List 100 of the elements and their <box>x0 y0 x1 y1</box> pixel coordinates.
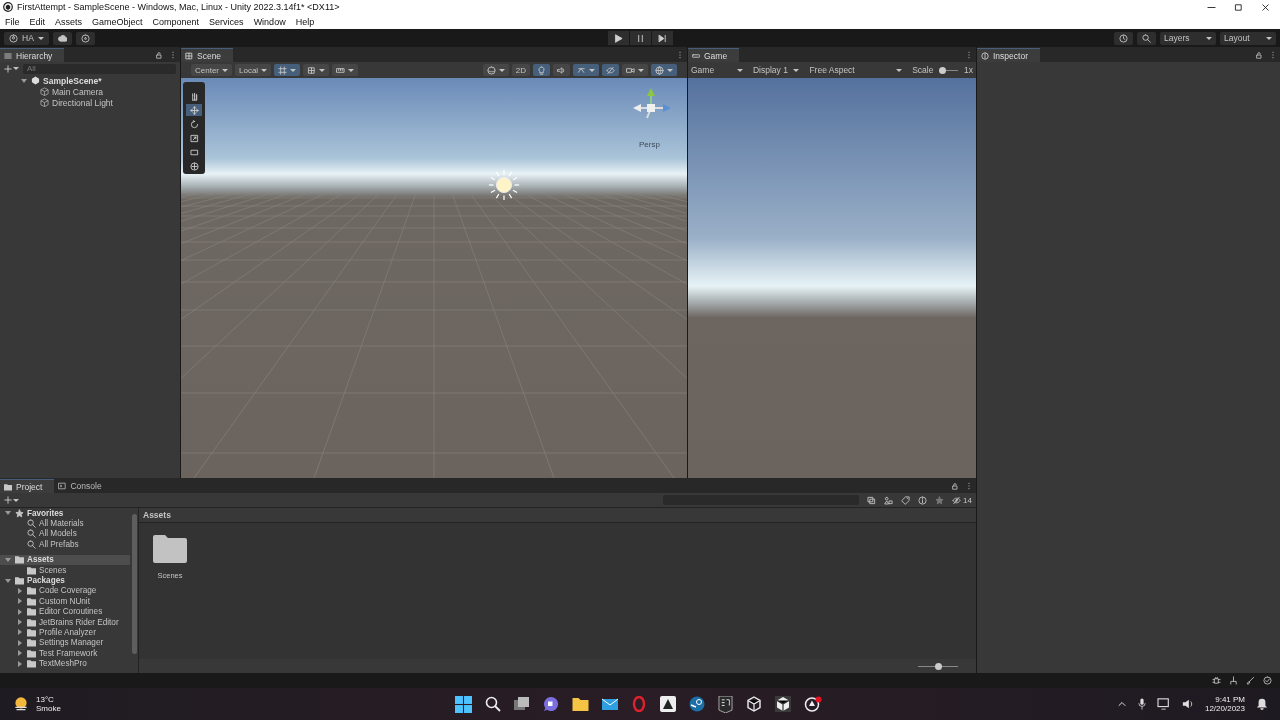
inspector-tab[interactable]: Inspector <box>977 48 1040 62</box>
slider-thumb[interactable] <box>934 662 942 670</box>
increment-button[interactable] <box>332 64 359 76</box>
close-button[interactable] <box>1261 2 1270 12</box>
gizmos-dropdown[interactable] <box>651 64 677 76</box>
camera-dropdown[interactable] <box>622 64 648 76</box>
collapsed-arrow-icon[interactable] <box>18 608 22 615</box>
info-button[interactable] <box>918 495 928 505</box>
tree-item[interactable]: JetBrains Rider Editor <box>0 616 130 628</box>
search-icon[interactable] <box>485 696 501 712</box>
tree-item[interactable]: Editor Coroutines <box>0 606 130 617</box>
collapsed-arrow-icon[interactable] <box>18 629 22 636</box>
clock-date[interactable]: 12/20/2023 <box>1204 704 1245 713</box>
clock-time[interactable]: 9:41 PM <box>1215 695 1245 704</box>
cube-icon[interactable] <box>746 696 762 712</box>
tree-item[interactable]: Test Framework <box>0 648 130 659</box>
tree-item[interactable]: Scenes <box>0 564 130 576</box>
ring-icon[interactable] <box>631 696 647 712</box>
effects-dropdown[interactable] <box>573 64 599 76</box>
start-icon[interactable] <box>455 695 472 713</box>
hierarchy-tab[interactable]: Hierarchy <box>0 48 65 62</box>
brush-button[interactable] <box>1246 676 1255 685</box>
slider-thumb[interactable] <box>939 66 947 74</box>
display-dropdown[interactable]: Display 1 <box>752 65 804 75</box>
game-tab[interactable]: Game <box>688 48 740 62</box>
collapsed-arrow-icon[interactable] <box>18 650 22 657</box>
expanded-arrow-icon[interactable] <box>5 578 11 583</box>
menu-item[interactable]: Edit <box>29 16 46 27</box>
search-field[interactable]: All <box>23 63 176 74</box>
visibility-toggle[interactable] <box>602 64 619 76</box>
microphone-icon[interactable] <box>1137 698 1146 710</box>
expanded-arrow-icon[interactable] <box>5 511 11 516</box>
tree-item[interactable]: Custom NUnit <box>0 596 130 607</box>
collapsed-arrow-icon[interactable] <box>18 619 22 626</box>
menu-item[interactable]: GameObject <box>92 16 143 27</box>
hierarchy-item[interactable]: Directional Light <box>0 97 180 108</box>
cube-icon[interactable] <box>775 696 791 712</box>
collapsed-arrow-icon[interactable] <box>18 660 22 667</box>
aspect-dropdown[interactable]: Free Aspect <box>809 65 907 75</box>
snap-button[interactable] <box>303 64 330 76</box>
scene-item[interactable]: SampleScene* <box>0 75 180 86</box>
space-dropdown[interactable]: Local <box>235 64 272 76</box>
tree-item[interactable]: All Prefabs <box>0 539 130 550</box>
audio-toggle[interactable] <box>553 64 570 76</box>
status-button[interactable] <box>1263 676 1272 685</box>
chat-icon[interactable] <box>543 696 559 712</box>
2d-toggle[interactable]: 2D <box>511 64 530 76</box>
play-button[interactable] <box>608 31 629 45</box>
menu-item[interactable]: Help <box>295 16 315 27</box>
projection-label[interactable]: Persp <box>639 140 660 149</box>
shading-dropdown[interactable] <box>482 64 509 76</box>
tree-item[interactable]: Profile Analyzer <box>0 627 130 638</box>
lighting-toggle[interactable] <box>533 64 550 76</box>
account-dropdown[interactable]: HA <box>4 31 49 45</box>
collapsed-arrow-icon[interactable] <box>18 598 22 605</box>
weather-icon[interactable] <box>12 695 30 713</box>
tree-item[interactable]: All Models <box>0 528 130 540</box>
breadcrumb[interactable]: Assets <box>143 510 171 520</box>
menu-item[interactable]: Component <box>152 16 200 27</box>
collab-button[interactable] <box>75 31 95 45</box>
hidden-packages-toggle[interactable]: 14 <box>952 495 972 505</box>
menu-item[interactable]: Assets <box>55 16 83 27</box>
filter-button[interactable] <box>867 495 877 505</box>
tree-item[interactable]: TextMeshPro <box>0 658 130 669</box>
bell-icon[interactable] <box>1256 698 1268 710</box>
debug-button[interactable] <box>1212 676 1221 685</box>
label-filter-button[interactable] <box>901 495 911 505</box>
menu-item[interactable]: Services <box>209 16 244 27</box>
folder-icon[interactable] <box>572 696 589 712</box>
tree-item[interactable]: Code Coverage <box>0 585 130 597</box>
tool-button[interactable] <box>186 104 202 116</box>
tree-item[interactable]: Packages <box>0 575 130 586</box>
history-button[interactable] <box>1114 31 1133 45</box>
tree-item[interactable]: Settings Manager <box>0 637 130 649</box>
shield-icon[interactable] <box>718 695 733 713</box>
tent-icon[interactable] <box>660 696 676 712</box>
scrollbar[interactable] <box>132 514 137 654</box>
type-filter-button[interactable] <box>884 495 894 505</box>
pause-button[interactable] <box>630 31 651 45</box>
search-button[interactable] <box>1137 31 1156 45</box>
network-button[interactable] <box>1229 676 1238 685</box>
layers-dropdown[interactable]: Layers <box>1160 31 1216 45</box>
monitor-icon[interactable] <box>1156 698 1171 710</box>
cloud-button[interactable] <box>52 31 72 45</box>
maximize-button[interactable] <box>1234 2 1243 12</box>
step-button[interactable] <box>652 31 673 45</box>
grid-snap-button[interactable] <box>274 64 301 76</box>
tree-item[interactable]: Assets <box>0 554 130 565</box>
menu-item[interactable]: Window <box>253 16 286 27</box>
expanded-arrow-icon[interactable] <box>5 557 11 562</box>
collapsed-arrow-icon[interactable] <box>18 639 22 646</box>
badge-app-icon[interactable] <box>804 696 822 712</box>
add-button[interactable] <box>4 496 19 504</box>
menu-item[interactable]: File <box>5 16 20 27</box>
pivot-dropdown[interactable]: Center <box>191 64 232 76</box>
layout-dropdown[interactable]: Layout <box>1220 31 1276 45</box>
game-mode-dropdown[interactable]: Game <box>691 65 747 75</box>
expanded-arrow-icon[interactable] <box>21 78 27 83</box>
tree-item[interactable]: Favorites <box>0 508 130 519</box>
folder-icon[interactable] <box>153 535 187 563</box>
